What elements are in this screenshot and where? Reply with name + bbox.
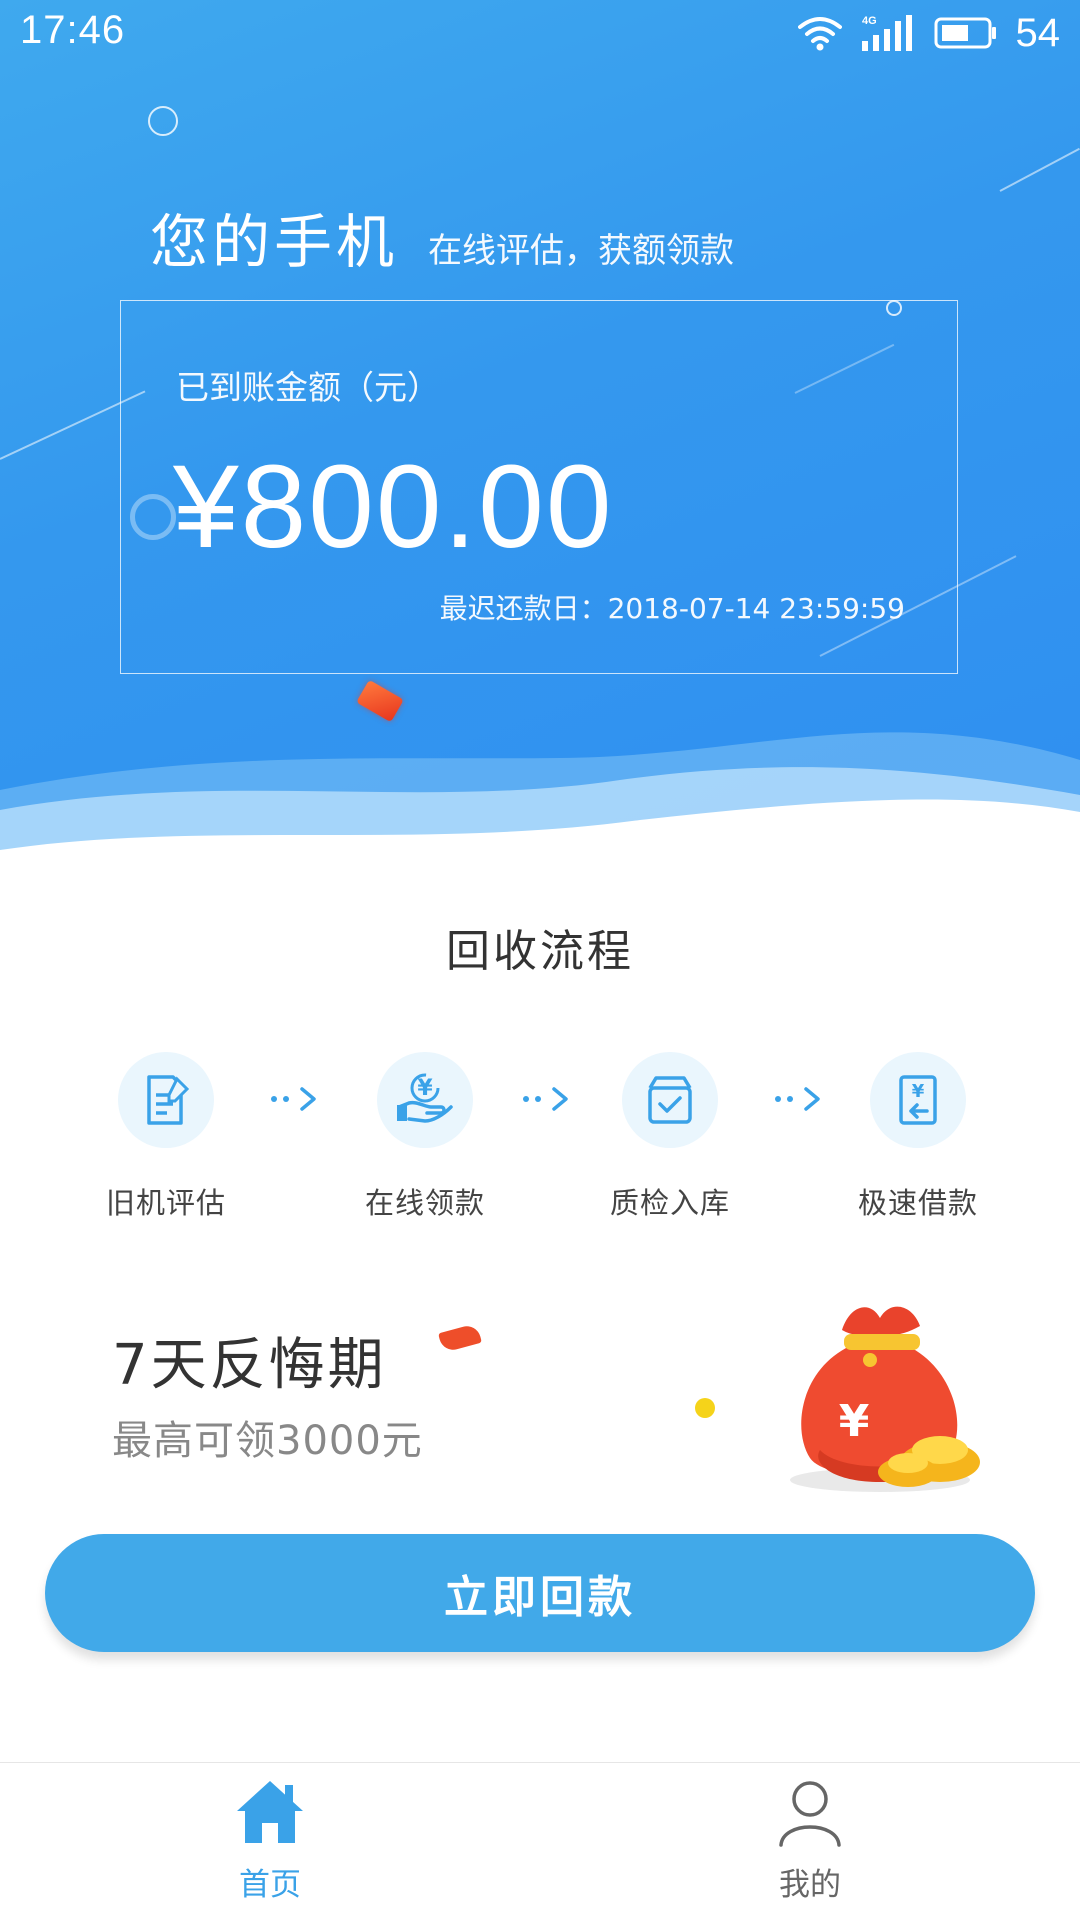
header-subtitle: 在线评估，获额领款	[428, 231, 735, 271]
process-steps: 旧机评估 ¥ 在线领款 质检入库 ¥ 极速借款	[0, 1052, 1080, 1232]
document-edit-icon	[147, 1075, 190, 1125]
header-title-row: 您的手机 在线评估，获额领款	[150, 195, 734, 279]
step-icon-circle: ¥	[870, 1052, 966, 1148]
header-banner: 您的手机 在线评估，获额领款 已到账金额（元） ¥800.00 最迟还款日：20…	[0, 0, 1080, 860]
due-date-label: 最迟还款日：	[439, 592, 608, 625]
home-icon	[237, 1781, 303, 1843]
cellular-signal-icon: 4G	[861, 15, 912, 51]
arrow-right-icon	[271, 1087, 316, 1111]
step-label: 极速借款	[857, 1186, 978, 1220]
decor-line	[999, 147, 1080, 192]
tab-home[interactable]: 首页	[170, 1775, 370, 1904]
coin-icon	[695, 1398, 715, 1418]
process-step: ¥ 极速借款	[818, 1052, 1018, 1222]
amount-label: 已到账金额（元）	[176, 368, 440, 407]
amount-value: ¥800.00	[173, 441, 614, 573]
amount-card: 已到账金额（元） ¥800.00 最迟还款日：2018-07-14 23:59:…	[120, 300, 958, 674]
step-label: 在线领款	[364, 1186, 485, 1220]
status-time: 17:46	[20, 8, 126, 52]
svg-text:¥: ¥	[417, 1076, 433, 1101]
header-title: 您的手机	[150, 208, 399, 276]
home-screen: 您的手机 在线评估，获额领款 已到账金额（元） ¥800.00 最迟还款日：20…	[0, 0, 1080, 1920]
step-icon-circle	[118, 1052, 214, 1148]
step-label: 质检入库	[609, 1186, 730, 1220]
user-icon	[779, 1781, 841, 1847]
promo-banner[interactable]: 7天反悔期 最高可领3000元 ¥	[0, 1268, 1080, 1508]
due-date-value: 2018-07-14 23:59:59	[607, 592, 905, 625]
receipt-return-icon: ¥	[899, 1075, 937, 1125]
process-title: 回收流程	[446, 926, 634, 977]
svg-text:¥: ¥	[912, 1081, 925, 1102]
step-icon-circle	[622, 1052, 718, 1148]
header-waves	[0, 732, 1080, 860]
box-check-icon	[648, 1076, 692, 1124]
network-type-label: 4G	[862, 15, 877, 27]
tab-label: 首页	[239, 1867, 301, 1903]
process-step: 旧机评估	[66, 1052, 266, 1222]
tab-label: 我的	[779, 1867, 841, 1903]
step-icon-circle: ¥	[377, 1052, 473, 1148]
tab-mine[interactable]: 我的	[710, 1775, 910, 1904]
hand-money-icon: ¥	[397, 1073, 453, 1123]
step-label: 旧机评估	[105, 1186, 226, 1220]
decor-circle	[148, 106, 178, 136]
promo-title: 7天反悔期	[112, 1333, 387, 1398]
status-icons: 4G 54	[797, 8, 1061, 58]
promo-subtitle: 最高可领3000元	[112, 1418, 423, 1464]
money-bag-icon: ¥	[790, 1306, 980, 1492]
process-step: 质检入库	[570, 1052, 770, 1222]
due-date-row: 最迟还款日：2018-07-14 23:59:59	[440, 587, 905, 627]
process-step: ¥ 在线领款	[325, 1052, 525, 1222]
money-bag-symbol: ¥	[839, 1396, 870, 1447]
bottom-tab-bar: 首页 我的	[0, 1762, 1080, 1920]
battery-icon	[934, 17, 996, 49]
repay-now-button[interactable]: 立即回款	[45, 1534, 1035, 1652]
wifi-icon	[797, 17, 842, 51]
status-bar: 17:46 4G 54	[0, 0, 1080, 66]
battery-level: 54	[1015, 10, 1061, 55]
confetti-icon	[438, 1323, 482, 1353]
